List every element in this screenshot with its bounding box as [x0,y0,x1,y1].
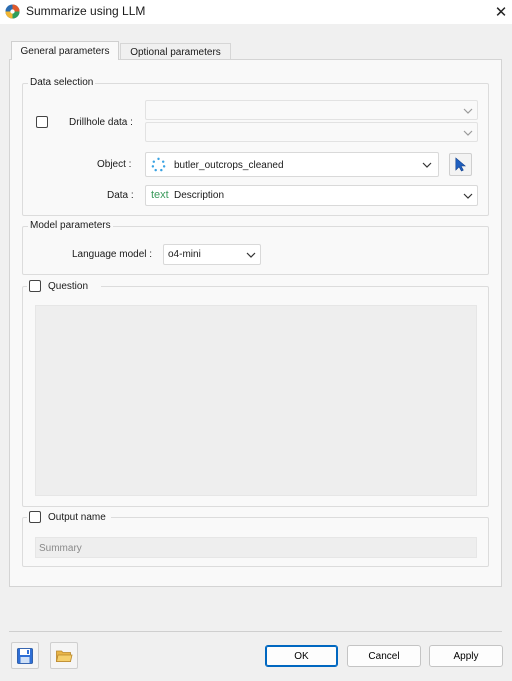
chevron-down-icon [463,130,473,136]
save-icon [17,647,33,664]
language-model-label: Language model : [72,249,153,260]
text-type-badge: text [151,189,169,201]
data-value: Description [174,190,225,201]
ok-button[interactable]: OK [265,645,338,667]
drillhole-select-1[interactable] [145,100,478,120]
cancel-button[interactable]: Cancel [347,645,421,667]
cursor-arrow-icon [455,157,466,172]
chevron-down-icon [463,193,473,199]
output-name-label: Output name [48,512,106,523]
object-label: Object : [97,159,132,170]
drillhole-label: Drillhole data : [69,117,133,128]
chevron-down-icon [246,252,256,258]
output-name-group: Output name Summary [22,511,489,567]
points-icon [151,157,166,172]
data-selection-title: Data selection [28,77,96,89]
model-parameters-group: Model parameters Language model : o4-min… [22,220,489,275]
chevron-down-icon [463,108,473,114]
language-model-select[interactable]: o4-mini [163,244,261,265]
save-config-button[interactable] [11,642,39,669]
language-model-value: o4-mini [168,249,201,260]
output-name-checkbox[interactable] [29,511,41,523]
tab-general-parameters-label: General parameters [20,45,110,57]
tab-optional-parameters[interactable]: Optional parameters [120,43,231,60]
question-group: Question [22,280,489,507]
open-config-button[interactable] [50,642,78,669]
question-header: Question [27,280,101,294]
drillhole-select-2[interactable] [145,122,478,142]
question-label: Question [48,281,89,292]
data-select[interactable]: text Description [145,185,478,206]
data-selection-group: Data selection Drillhole data : Object :… [22,77,489,216]
chevron-down-icon [422,162,432,168]
folder-icon [55,650,73,662]
output-name-input[interactable]: Summary [35,537,477,558]
footer-divider [9,631,502,632]
apply-button[interactable]: Apply [429,645,503,667]
window-title: Summarize using LLM [26,4,146,18]
tab-general-parameters[interactable]: General parameters [11,41,119,60]
general-parameters-panel: Data selection Drillhole data : Object :… [9,59,502,587]
tab-optional-parameters-label: Optional parameters [130,46,221,58]
close-icon: ✕ [494,4,508,21]
close-button[interactable]: ✕ [490,0,512,24]
data-label: Data : [107,190,134,201]
question-textarea[interactable] [35,305,477,496]
object-value: butler_outcrops_cleaned [174,160,284,171]
question-checkbox[interactable] [29,280,41,292]
object-select[interactable]: butler_outcrops_cleaned [145,152,439,177]
model-parameters-title: Model parameters [28,220,113,232]
output-name-header: Output name [27,511,111,525]
title-bar: Summarize using LLM ✕ [0,0,512,24]
select-object-button[interactable] [449,153,472,176]
app-logo-icon [5,4,20,19]
drillhole-checkbox[interactable] [36,116,48,128]
